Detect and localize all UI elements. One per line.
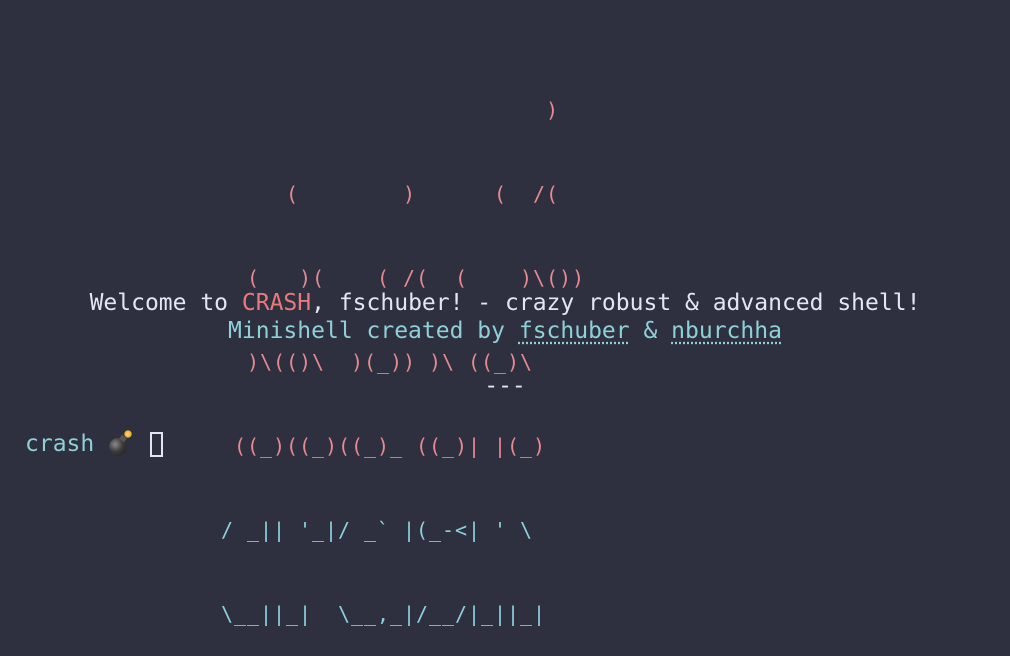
banner-line-6: / _|| '_|/ _` |(_-<| ' \ bbox=[0, 518, 534, 542]
author-link-nburchha[interactable]: nburchha bbox=[671, 318, 782, 344]
bomb-icon bbox=[108, 430, 133, 456]
text-cursor[interactable] bbox=[150, 431, 164, 457]
shell-prompt[interactable]: crash bbox=[25, 429, 164, 459]
banner-line-7: \__||_| \__,_|/__/|_||_| bbox=[0, 602, 547, 626]
author-link-fschuber[interactable]: fschuber bbox=[519, 318, 630, 344]
divider: --- bbox=[484, 373, 526, 399]
credits-joiner: & bbox=[629, 318, 672, 344]
banner-line-2: ( ) ( /( bbox=[0, 182, 560, 206]
shell-name: CRASH bbox=[241, 290, 312, 316]
welcome-suffix: , fschuber! - crazy robust & advanced sh… bbox=[311, 290, 921, 316]
ascii-banner: ) ( ) ( /( ( )( ( /( ( )\()) )\(()\ )(_)… bbox=[0, 40, 1010, 656]
banner-line-1: ) bbox=[0, 98, 560, 122]
credits-prefix: Minishell created by bbox=[228, 318, 519, 344]
credits-line: Minishell created by fschuber & nburchha bbox=[0, 317, 1010, 345]
prompt-label: crash bbox=[25, 431, 95, 457]
welcome-message: Welcome to CRASH, fschuber! - crazy robu… bbox=[0, 289, 1010, 317]
banner-line-3: ( )( ( /( ( )\()) bbox=[0, 266, 586, 290]
welcome-prefix: Welcome to bbox=[89, 290, 242, 316]
